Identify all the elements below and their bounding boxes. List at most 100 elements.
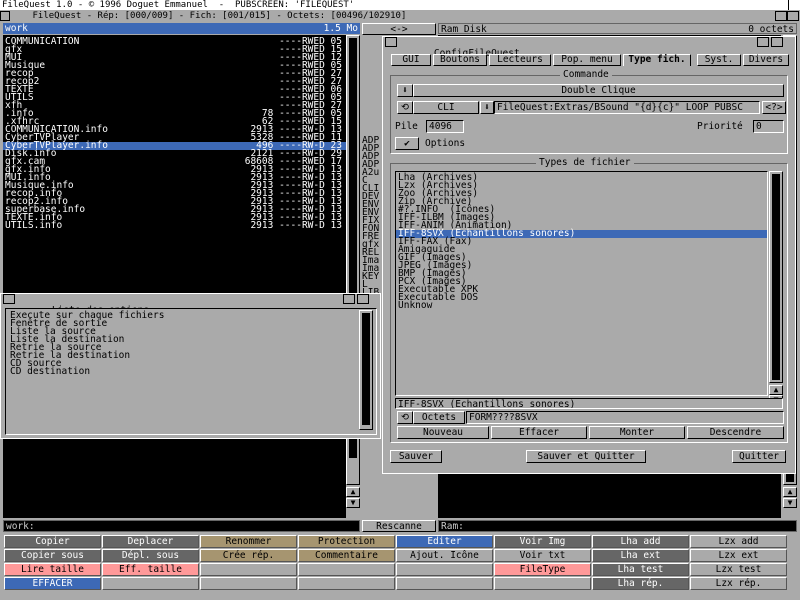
- command-button[interactable]: Copier: [4, 535, 101, 548]
- nouveau-button[interactable]: Nouveau: [397, 426, 489, 439]
- options-window: Liste des options Execute sur chaque fic…: [0, 293, 381, 439]
- tab-syst[interactable]: Syst.: [697, 54, 741, 66]
- command-button[interactable]: Lzx add: [690, 535, 787, 548]
- zoom-gadget-icon[interactable]: [775, 11, 787, 21]
- file-attributes: 2913 ----RW-D 13: [250, 221, 342, 231]
- tab-gui[interactable]: GUI: [391, 54, 431, 66]
- double-click-cycle[interactable]: Double Clique: [413, 84, 784, 97]
- swap-panels-button[interactable]: <->: [362, 23, 436, 35]
- config-window-titlebar[interactable]: ConfigFileQuest: [383, 37, 795, 59]
- command-button[interactable]: Lha add: [592, 535, 689, 548]
- command-button[interactable]: [396, 577, 493, 590]
- main-window-header: FileQuest - Rép: [000/009] - Fich: [001/…: [0, 11, 800, 21]
- quitter-button[interactable]: Quitter: [732, 450, 786, 463]
- screen-depth-gadget[interactable]: [788, 0, 800, 10]
- command-button[interactable]: Lzx rép.: [690, 577, 787, 590]
- options-close-icon[interactable]: [3, 294, 15, 304]
- types-list[interactable]: Lha (Archives) Lzx (Archives) Zoo (Archive…: [395, 171, 768, 396]
- command-button[interactable]: Ajout. Icône: [396, 549, 493, 562]
- command-button[interactable]: Renommer: [200, 535, 297, 548]
- cli-cycle-button[interactable]: CLI: [413, 101, 479, 114]
- left-scroll-up-icon[interactable]: ▲: [346, 487, 360, 497]
- rescanne-button[interactable]: Rescanne: [362, 520, 436, 532]
- options-depth-icon[interactable]: [357, 294, 369, 304]
- command-button[interactable]: [494, 577, 591, 590]
- descendre-button[interactable]: Descendre: [687, 426, 784, 439]
- tab-type-fich[interactable]: Type fich.: [623, 54, 691, 66]
- left-file-list[interactable]: COMMUNICATION ----RWED 05 gfx ----RWED 15 MU…: [3, 35, 346, 518]
- commande-label: Commande: [560, 70, 612, 80]
- right-scroll-down-icon[interactable]: ▼: [783, 498, 797, 508]
- command-button[interactable]: Protection: [298, 535, 395, 548]
- octets-input[interactable]: FORM????8SVX: [466, 411, 784, 424]
- options-checkmark-icon[interactable]: ✔: [395, 137, 419, 150]
- options-window-titlebar[interactable]: Liste des options: [1, 294, 380, 316]
- double-click-popup-icon[interactable]: ⬇: [397, 84, 413, 97]
- command-button[interactable]: Eff. taille: [102, 563, 199, 576]
- tab-pop-menu[interactable]: Pop. menu: [553, 54, 621, 66]
- pile-input[interactable]: 4096: [426, 120, 464, 133]
- command-button[interactable]: Lzx ext: [690, 549, 787, 562]
- command-input[interactable]: FileQuest:Extras/BSound "{d}{c}" LOOP PU…: [494, 101, 760, 114]
- left-scroll-down-icon[interactable]: ▼: [346, 498, 360, 508]
- command-button[interactable]: Editer: [396, 535, 493, 548]
- left-panel-path: work: [5, 23, 28, 34]
- command-button[interactable]: Lha ext: [592, 549, 689, 562]
- options-list[interactable]: Execute sur chaque fichiers Fenêtre de so…: [5, 308, 377, 435]
- command-button[interactable]: Deplacer: [102, 535, 199, 548]
- types-scroll-up-icon[interactable]: ▲: [769, 385, 783, 395]
- command-button[interactable]: [298, 577, 395, 590]
- config-close-icon[interactable]: [385, 37, 397, 47]
- command-button[interactable]: Lire taille: [4, 563, 101, 576]
- option-item[interactable]: Retrie la destination: [10, 351, 372, 361]
- octets-cycle-icon[interactable]: ⟲: [397, 411, 413, 424]
- left-panel-size: 1.5 Mo: [323, 23, 358, 34]
- monter-button[interactable]: Monter: [589, 426, 685, 439]
- right-panel-path-bar[interactable]: Ram Disk 0 octets: [438, 23, 797, 35]
- octets-cycle-button[interactable]: Octets: [413, 411, 465, 424]
- command-button[interactable]: Copier sous: [4, 549, 101, 562]
- config-zoom-icon[interactable]: [757, 37, 769, 47]
- command-button[interactable]: Voir Img: [494, 535, 591, 548]
- command-button[interactable]: Lzx test: [690, 563, 787, 576]
- command-popup-icon[interactable]: ⬇: [480, 101, 494, 114]
- types-scrollbar[interactable]: [769, 171, 783, 383]
- command-button[interactable]: [396, 563, 493, 576]
- sauver-button[interactable]: Sauver: [390, 450, 442, 463]
- options-zoom-icon[interactable]: [343, 294, 355, 304]
- left-status-field[interactable]: work:: [3, 520, 360, 532]
- tab-divers[interactable]: Divers: [743, 54, 789, 66]
- options-scrollbar[interactable]: [359, 310, 373, 430]
- option-item[interactable]: CD destination: [10, 367, 372, 377]
- command-button[interactable]: [298, 563, 395, 576]
- left-panel-path-bar[interactable]: work 1.5 Mo: [3, 23, 360, 34]
- close-gadget-icon[interactable]: [0, 11, 10, 21]
- cli-cycle-icon[interactable]: ⟲: [397, 101, 413, 114]
- command-button[interactable]: Lha test: [592, 563, 689, 576]
- command-button[interactable]: FileType: [494, 563, 591, 576]
- file-type-item[interactable]: Executable DOS: [396, 293, 767, 303]
- depth-gadget-icon[interactable]: [787, 11, 799, 21]
- selected-type-name[interactable]: IFF-8SVX (Echantillons sonores): [395, 398, 783, 409]
- tab-lecteurs[interactable]: Lecteurs: [489, 54, 551, 66]
- file-row[interactable]: UTILS.info 2913 ----RW-D 13: [3, 220, 346, 231]
- command-button[interactable]: Commentaire: [298, 549, 395, 562]
- effacer-button[interactable]: Effacer: [491, 426, 587, 439]
- command-button[interactable]: Dépl. sous: [102, 549, 199, 562]
- command-button[interactable]: [102, 577, 199, 590]
- command-button[interactable]: [200, 577, 297, 590]
- command-button[interactable]: EFFACER: [4, 577, 101, 590]
- file-name: UTILS.info: [5, 220, 63, 231]
- file-type-item[interactable]: Unknow: [396, 301, 767, 311]
- tab-boutons[interactable]: Boutons: [433, 54, 487, 66]
- command-button[interactable]: Voir txt: [494, 549, 591, 562]
- priorite-input[interactable]: 0: [753, 120, 784, 133]
- right-status-field[interactable]: Ram:: [438, 520, 797, 532]
- command-button[interactable]: Crée rép.: [200, 549, 297, 562]
- config-depth-icon[interactable]: [771, 37, 783, 47]
- help-button[interactable]: <?>: [762, 101, 786, 114]
- sauver-quitter-button[interactable]: Sauver et Quitter: [526, 450, 646, 463]
- command-button[interactable]: [200, 563, 297, 576]
- command-button[interactable]: Lha rép.: [592, 577, 689, 590]
- right-scroll-up-icon[interactable]: ▲: [783, 487, 797, 497]
